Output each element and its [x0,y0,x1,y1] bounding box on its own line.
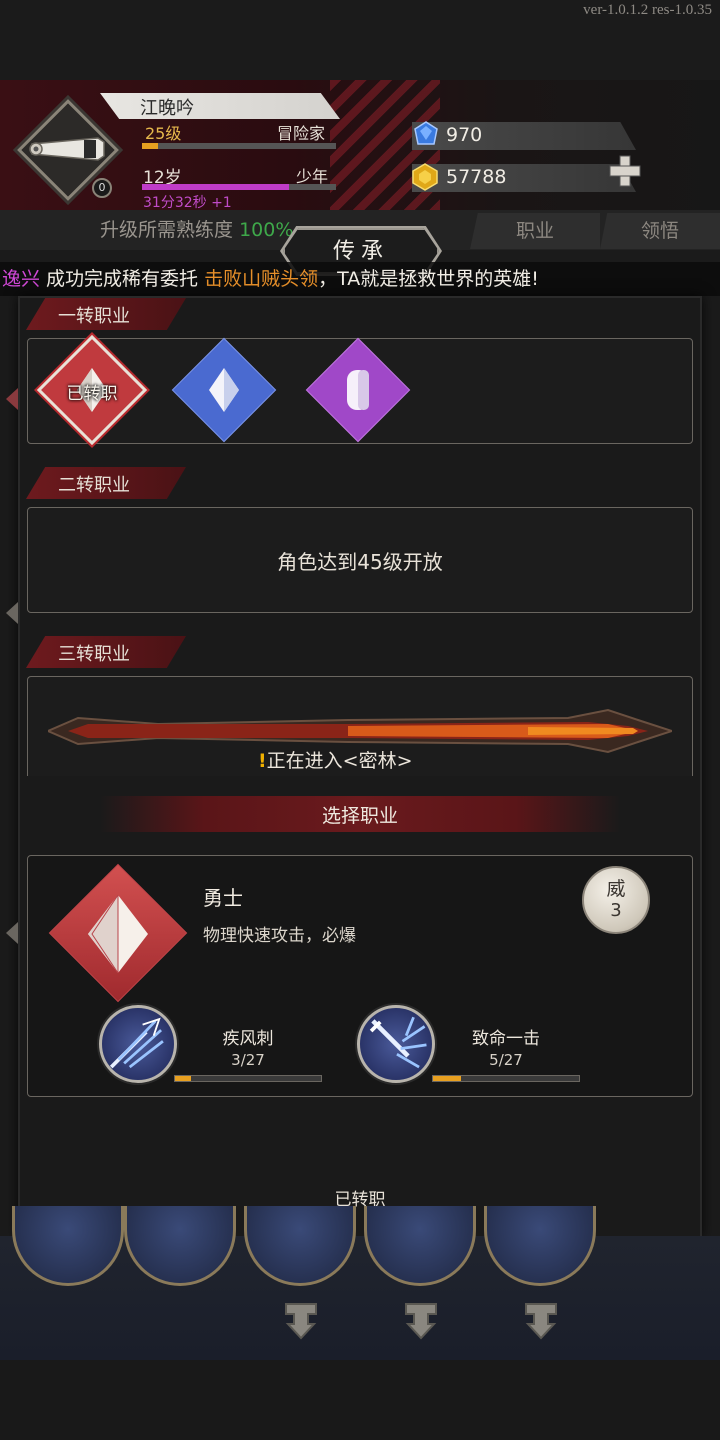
download-arrow-icon[interactable] [402,1300,440,1342]
second-job-locked-text: 角色达到45级开放 [277,550,443,574]
download-arrow-icon[interactable] [282,1300,320,1342]
section-first-label: 一转职业 [58,306,130,327]
age-progress-bar [142,184,336,190]
alert-icon: ! [258,750,267,772]
entering-area-text: !正在进入<密林> [258,746,413,773]
job-description: 物理快速攻击，必爆 [203,926,356,946]
section-second-label: 二转职业 [58,475,130,496]
scroll-icon [29,137,105,161]
player-name: 江晚吟 [140,98,194,119]
skill-progress-bar [432,1075,580,1082]
skill-critical-strike-icon[interactable] [357,1005,435,1083]
ticker-text-end: ，TA就是拯救世界的英雄! [318,268,539,290]
job-name: 勇士 [203,886,243,910]
skill-count: 5/27 [489,1051,523,1069]
proficiency-text: 升级所需熟练度 100% [100,215,293,242]
player-level: 25级 [145,124,182,143]
skill-progress-bar [174,1075,322,1082]
gold-count: 57788 [446,166,507,188]
name-tag [100,93,340,119]
prestige-label: 威 [606,878,626,900]
bottom-shade [0,1360,720,1440]
tab-insight[interactable]: 领悟 [600,213,720,249]
chevron-left-icon [6,388,18,410]
inheritance-label: 传承 [332,239,389,264]
gem-count: 970 [446,124,483,146]
download-arrow-icon[interactable] [522,1300,560,1342]
converted-label: 已转职 [66,384,118,404]
chevron-left-icon [6,602,18,624]
entering-area-label: 正在进入<密林> [266,750,413,772]
ticker-highlight: 击败山贼头领 [204,268,319,290]
skill-gale-thrust-icon[interactable] [99,1005,177,1083]
version-label: ver-1.0.1.2 res-1.0.35 [583,2,712,18]
add-currency-icon[interactable] [608,154,642,188]
skill-name: 致命一击 [472,1029,540,1049]
avatar-badge: 0 [92,178,112,198]
ticker-text: 成功完成稀有委托 [40,268,205,290]
level-progress-bar [142,143,336,149]
warrior-crystal-icon [88,895,148,973]
ticker-player-name: 逸兴 [2,268,41,290]
news-ticker: 逸兴 成功完成稀有委托 击败山贼头领，TA就是拯救世界的英雄! [0,262,720,296]
section-third-label: 三转职业 [58,644,130,665]
player-class: 冒险家 [277,124,326,143]
skill-name: 疾风刺 [222,1029,274,1049]
gold-coin-icon [412,163,438,191]
prestige-value: 3 [610,900,622,921]
proficiency-label: 升级所需熟练度 [100,219,234,241]
tab-job[interactable]: 职业 [470,213,600,249]
skill-count: 3/27 [231,1051,265,1069]
chevron-left-icon [6,922,18,944]
select-job-title: 选择职业 [321,805,398,827]
blue-gem-icon [414,121,438,145]
age-timer: 31分32秒 +1 [143,195,232,211]
